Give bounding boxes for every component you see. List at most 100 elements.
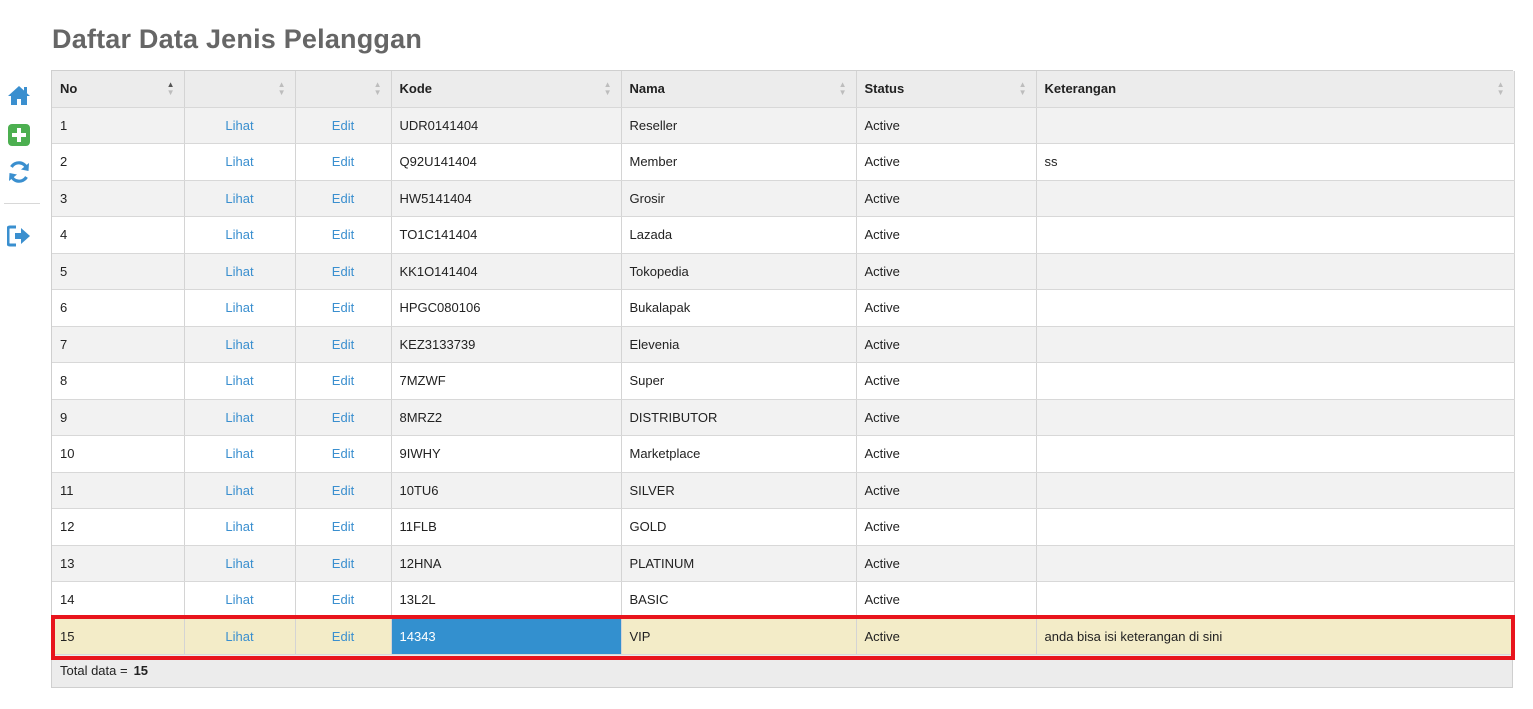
cell-kode[interactable]: HPGC080106 — [391, 289, 622, 327]
cell-keterangan[interactable] — [1036, 581, 1515, 619]
cell-kode[interactable]: 14343 — [391, 618, 622, 655]
cell-no[interactable]: 4 — [52, 216, 185, 254]
cell-keterangan[interactable] — [1036, 253, 1515, 290]
sort-icon[interactable]: ▲ ▼ — [1019, 81, 1027, 97]
view-link[interactable]: Lihat — [184, 472, 296, 509]
cell-nama[interactable]: PLATINUM — [621, 545, 857, 582]
view-link[interactable]: Lihat — [184, 618, 296, 655]
cell-status[interactable]: Active — [856, 107, 1037, 144]
cell-nama[interactable]: Marketplace — [621, 435, 857, 473]
cell-keterangan[interactable] — [1036, 180, 1515, 217]
table-row[interactable]: 7 Lihat Edit KEZ3133739 Elevenia Active — [52, 326, 1515, 363]
edit-link[interactable]: Edit — [295, 180, 392, 217]
cell-nama[interactable]: Super — [621, 362, 857, 400]
edit-link[interactable]: Edit — [295, 143, 392, 181]
cell-no[interactable]: 6 — [52, 289, 185, 327]
table-row[interactable]: 12 Lihat Edit 11FLB GOLD Active — [52, 508, 1515, 546]
edit-link[interactable]: Edit — [295, 107, 392, 144]
cell-status[interactable]: Active — [856, 289, 1037, 327]
cell-nama[interactable]: Elevenia — [621, 326, 857, 363]
cell-nama[interactable]: DISTRIBUTOR — [621, 399, 857, 436]
edit-link[interactable]: Edit — [295, 581, 392, 619]
cell-kode[interactable]: KK1O141404 — [391, 253, 622, 290]
cell-keterangan[interactable] — [1036, 362, 1515, 400]
cell-status[interactable]: Active — [856, 216, 1037, 254]
edit-link[interactable]: Edit — [295, 362, 392, 400]
cell-kode[interactable]: TO1C141404 — [391, 216, 622, 254]
cell-kode[interactable]: UDR0141404 — [391, 107, 622, 144]
cell-kode[interactable]: 10TU6 — [391, 472, 622, 509]
view-link[interactable]: Lihat — [184, 399, 296, 436]
edit-link[interactable]: Edit — [295, 435, 392, 473]
cell-no[interactable]: 5 — [52, 253, 185, 290]
cell-keterangan[interactable] — [1036, 472, 1515, 509]
cell-status[interactable]: Active — [856, 326, 1037, 363]
view-link[interactable]: Lihat — [184, 326, 296, 363]
cell-status[interactable]: Active — [856, 253, 1037, 290]
table-row[interactable]: 6 Lihat Edit HPGC080106 Bukalapak Active — [52, 289, 1515, 327]
cell-no[interactable]: 14 — [52, 581, 185, 619]
cell-nama[interactable]: Reseller — [621, 107, 857, 144]
column-header-kode[interactable]: Kode ▲ ▼ — [391, 71, 622, 108]
cell-keterangan[interactable] — [1036, 508, 1515, 546]
column-header-nama[interactable]: Nama ▲ ▼ — [621, 71, 857, 108]
cell-kode[interactable]: 8MRZ2 — [391, 399, 622, 436]
cell-keterangan[interactable]: anda bisa isi keterangan di sini — [1036, 618, 1515, 655]
view-link[interactable]: Lihat — [184, 545, 296, 582]
cell-nama[interactable]: VIP — [621, 618, 857, 655]
cell-keterangan[interactable] — [1036, 326, 1515, 363]
edit-link[interactable]: Edit — [295, 399, 392, 436]
cell-status[interactable]: Active — [856, 508, 1037, 546]
cell-keterangan[interactable] — [1036, 435, 1515, 473]
table-row[interactable]: 13 Lihat Edit 12HNA PLATINUM Active — [52, 545, 1515, 582]
cell-no[interactable]: 2 — [52, 143, 185, 181]
cell-nama[interactable]: Bukalapak — [621, 289, 857, 327]
view-link[interactable]: Lihat — [184, 180, 296, 217]
cell-status[interactable]: Active — [856, 143, 1037, 181]
cell-kode[interactable]: HW5141404 — [391, 180, 622, 217]
logout-button[interactable] — [0, 219, 40, 256]
table-row[interactable]: 5 Lihat Edit KK1O141404 Tokopedia Active — [52, 253, 1515, 290]
table-row[interactable]: 15 Lihat Edit 14343 VIP Active anda bisa isi k… — [52, 618, 1515, 655]
table-row[interactable]: 11 Lihat Edit 10TU6 SILVER Active — [52, 472, 1515, 509]
cell-status[interactable]: Active — [856, 399, 1037, 436]
add-button[interactable] — [0, 117, 40, 154]
cell-no[interactable]: 3 — [52, 180, 185, 217]
home-button[interactable] — [0, 78, 40, 115]
view-link[interactable]: Lihat — [184, 289, 296, 327]
cell-no[interactable]: 9 — [52, 399, 185, 436]
cell-kode[interactable]: Q92U141404 — [391, 143, 622, 181]
cell-no[interactable]: 15 — [52, 618, 185, 655]
cell-kode[interactable]: 9IWHY — [391, 435, 622, 473]
cell-status[interactable]: Active — [856, 581, 1037, 619]
cell-keterangan[interactable] — [1036, 107, 1515, 144]
edit-link[interactable]: Edit — [295, 618, 392, 655]
sort-icon[interactable]: ▲ ▼ — [167, 81, 175, 97]
cell-kode[interactable]: 7MZWF — [391, 362, 622, 400]
view-link[interactable]: Lihat — [184, 216, 296, 254]
edit-link[interactable]: Edit — [295, 545, 392, 582]
sort-icon[interactable]: ▲ ▼ — [604, 81, 612, 97]
sort-icon[interactable]: ▲ ▼ — [278, 81, 286, 97]
cell-keterangan[interactable] — [1036, 399, 1515, 436]
cell-nama[interactable]: GOLD — [621, 508, 857, 546]
cell-status[interactable]: Active — [856, 618, 1037, 655]
table-row[interactable]: 14 Lihat Edit 13L2L BASIC Active — [52, 581, 1515, 619]
cell-status[interactable]: Active — [856, 180, 1037, 217]
sort-icon[interactable]: ▲ ▼ — [839, 81, 847, 97]
cell-no[interactable]: 10 — [52, 435, 185, 473]
sort-icon[interactable]: ▲ ▼ — [374, 81, 382, 97]
view-link[interactable]: Lihat — [184, 253, 296, 290]
table-row[interactable]: 3 Lihat Edit HW5141404 Grosir Active — [52, 180, 1515, 217]
cell-nama[interactable]: SILVER — [621, 472, 857, 509]
cell-keterangan[interactable] — [1036, 289, 1515, 327]
table-row[interactable]: 10 Lihat Edit 9IWHY Marketplace Active — [52, 435, 1515, 473]
column-header-no[interactable]: No ▲ ▼ — [52, 71, 185, 108]
edit-link[interactable]: Edit — [295, 472, 392, 509]
cell-status[interactable]: Active — [856, 435, 1037, 473]
cell-kode[interactable]: KEZ3133739 — [391, 326, 622, 363]
table-row[interactable]: 8 Lihat Edit 7MZWF Super Active — [52, 362, 1515, 400]
edit-link[interactable]: Edit — [295, 326, 392, 363]
cell-nama[interactable]: Tokopedia — [621, 253, 857, 290]
table-row[interactable]: 9 Lihat Edit 8MRZ2 DISTRIBUTOR Active — [52, 399, 1515, 436]
